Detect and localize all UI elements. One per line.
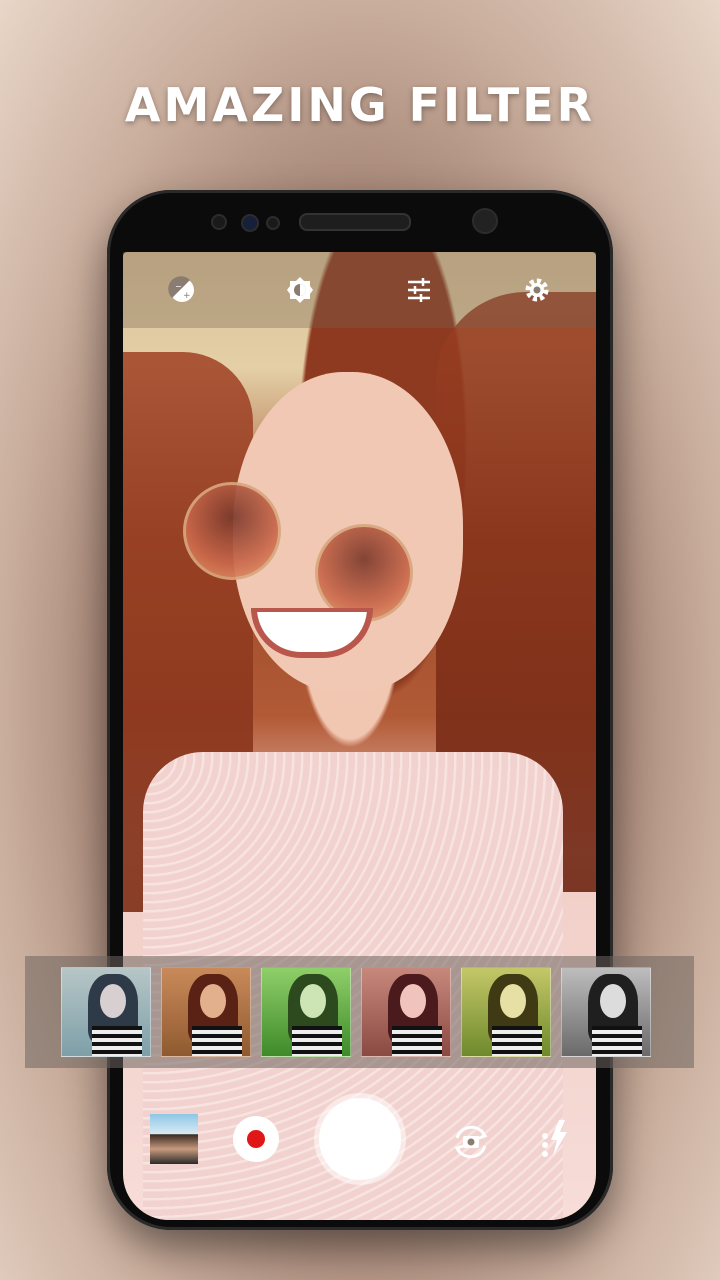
svg-text:+: + — [183, 291, 191, 301]
thumb-face — [400, 984, 426, 1018]
brightness-icon[interactable] — [282, 272, 318, 308]
filter-thumb-green[interactable] — [261, 967, 351, 1057]
filter-thumb-cool[interactable] — [61, 967, 151, 1057]
earpiece-speaker — [299, 213, 411, 231]
thumb-top — [92, 1026, 142, 1056]
filter-strip — [25, 956, 694, 1068]
camera-preview[interactable] — [123, 252, 596, 1220]
svg-text:−: − — [175, 282, 182, 291]
filter-thumb-mono[interactable] — [561, 967, 651, 1057]
thumb-top — [192, 1026, 242, 1056]
shutter-button[interactable] — [319, 1098, 401, 1180]
bottom-controls-bar — [123, 1080, 596, 1200]
thumb-top — [492, 1026, 542, 1056]
headline-title: AMAZING FILTER — [124, 78, 596, 132]
filter-thumb-warm[interactable] — [161, 967, 251, 1057]
sensor-dot — [211, 214, 227, 230]
switch-camera-icon[interactable] — [449, 1120, 493, 1164]
sensor-dot — [241, 214, 259, 232]
thumb-face — [200, 984, 226, 1018]
gallery-thumbnail[interactable] — [150, 1114, 198, 1164]
thumb-face — [100, 984, 126, 1018]
thumb-face — [300, 984, 326, 1018]
sensor-dot — [266, 216, 280, 230]
thumb-top — [292, 1026, 342, 1056]
record-dot-icon — [247, 1130, 265, 1148]
thumb-face — [500, 984, 526, 1018]
top-controls-bar: − + — [123, 252, 596, 328]
preview-glasses — [183, 482, 281, 580]
thumb-top — [592, 1026, 642, 1056]
thumb-top — [392, 1026, 442, 1056]
front-camera-icon — [472, 208, 498, 234]
adjust-sliders-icon[interactable] — [401, 272, 437, 308]
record-video-button[interactable] — [233, 1116, 279, 1162]
thumb-face — [600, 984, 626, 1018]
settings-gear-icon[interactable] — [519, 272, 555, 308]
exposure-icon[interactable]: − + — [164, 272, 200, 308]
filter-thumb-rose[interactable] — [361, 967, 451, 1057]
filter-thumb-yellow[interactable] — [461, 967, 551, 1057]
flash-icon[interactable] — [539, 1118, 571, 1162]
